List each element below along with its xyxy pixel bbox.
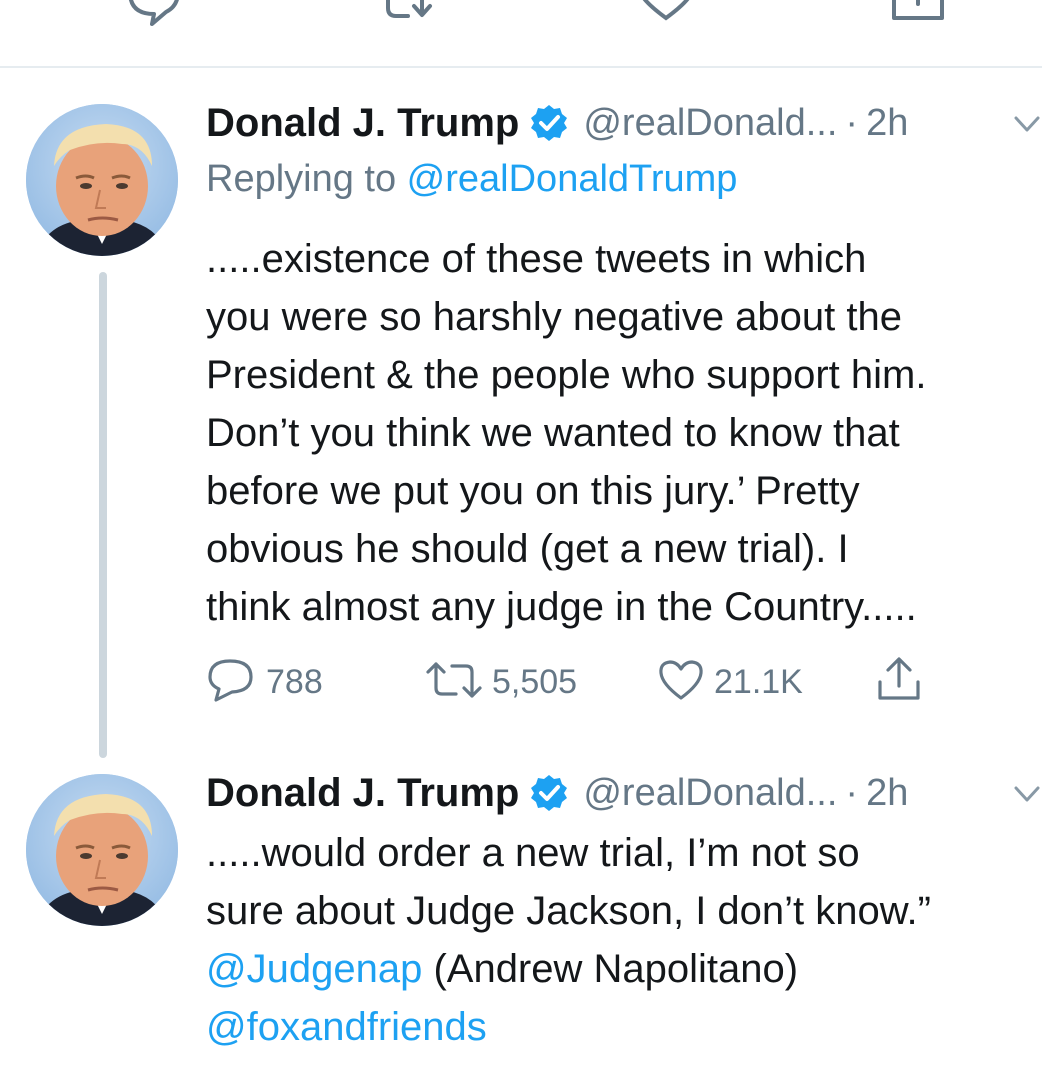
retweet-count: 5,505 xyxy=(492,662,578,701)
replying-to-label: Replying to xyxy=(206,158,407,200)
tweet-text-line: @Judgenap (Andrew Napolitano) xyxy=(206,940,1042,998)
display-name[interactable]: Donald J. Trump xyxy=(206,101,519,146)
tweet-text-line: you were so harshly negative about the xyxy=(206,295,902,339)
thread-line xyxy=(99,272,107,758)
share-icon[interactable] xyxy=(888,0,948,33)
retweet-icon[interactable] xyxy=(382,0,442,33)
like-icon[interactable] xyxy=(636,0,696,33)
tweet-text-line: .....would order a new trial, I’m not so xyxy=(206,831,860,875)
reply-button[interactable]: 788 xyxy=(206,654,323,710)
verified-badge-icon xyxy=(529,103,569,143)
tweet-header: Donald J. Trump @realDonald... · 2h xyxy=(206,98,908,148)
share-button[interactable] xyxy=(874,654,924,710)
separator-dot: · xyxy=(845,101,859,144)
reply-count: 788 xyxy=(266,662,323,701)
separator-dot: · xyxy=(845,771,859,814)
display-name[interactable]: Donald J. Trump xyxy=(206,771,519,816)
tweet-thread: Donald J. Trump @realDonald... · 2h Repl… xyxy=(0,0,1042,1074)
mention-link[interactable]: @foxandfriends xyxy=(206,1005,487,1049)
like-count: 21.1K xyxy=(714,662,803,701)
avatar[interactable] xyxy=(26,104,178,256)
retweet-button[interactable]: 5,505 xyxy=(424,654,577,710)
like-button[interactable]: 21.1K xyxy=(656,654,803,710)
avatar[interactable] xyxy=(26,774,178,926)
tweet-text-line: President & the people who support him. xyxy=(206,353,927,397)
reply-icon xyxy=(206,656,258,709)
mention-link[interactable]: @Judgenap xyxy=(206,947,422,991)
tweet-text-line: sure about Judge Jackson, I don’t know.” xyxy=(206,889,931,933)
tweet-text-line: before we put you on this jury.’ Pretty xyxy=(206,469,860,513)
tweet-text-line: think almost any judge in the Country...… xyxy=(206,585,917,629)
share-icon xyxy=(874,654,924,711)
tweet-text-line: Don’t you think we wanted to know that xyxy=(206,411,900,455)
tweet-text-line: obvious he should (get a new trial). I xyxy=(206,527,849,571)
handle[interactable]: @realDonald... xyxy=(583,102,837,145)
retweet-icon xyxy=(424,656,484,709)
handle[interactable]: @realDonald... xyxy=(583,772,837,815)
chevron-down-icon[interactable] xyxy=(1012,782,1042,811)
reply-mention-link[interactable]: @realDonaldTrump xyxy=(407,158,738,200)
tweet-divider xyxy=(0,66,1042,68)
reply-icon[interactable] xyxy=(124,0,184,33)
tweet-header: Donald J. Trump @realDonald... · 2h xyxy=(206,768,908,818)
timestamp[interactable]: 2h xyxy=(866,772,908,815)
verified-badge-icon xyxy=(529,773,569,813)
tweet-text: .....existence of these tweets in which … xyxy=(206,230,1042,636)
like-icon xyxy=(656,656,706,709)
tweet-actions: 788 5,505 21.1K xyxy=(206,654,1042,710)
tweet-text-line: .....existence of these tweets in which xyxy=(206,237,867,281)
tweet-text-line: @foxandfriends xyxy=(206,998,1042,1056)
replying-to: Replying to @realDonaldTrump xyxy=(206,158,737,201)
timestamp[interactable]: 2h xyxy=(866,102,908,145)
chevron-down-icon[interactable] xyxy=(1012,112,1042,141)
mention-suffix: (Andrew Napolitano) xyxy=(422,947,799,991)
tweet-text: .....would order a new trial, I’m not so… xyxy=(206,824,1042,1056)
previous-tweet-actions xyxy=(0,0,1042,66)
